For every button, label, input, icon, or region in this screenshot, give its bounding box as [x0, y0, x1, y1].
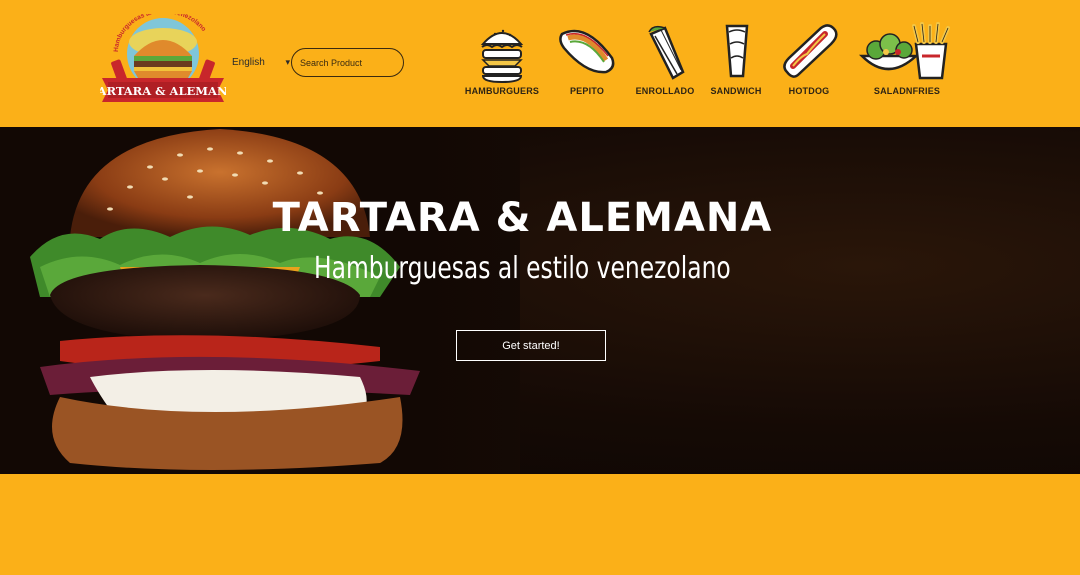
- category-pepito[interactable]: PEPITO: [556, 22, 618, 102]
- hero-subtitle: Hamburguesas al estilo venezolano: [314, 251, 731, 286]
- content-section: [0, 474, 1080, 575]
- category-label: HAMBURGUERS: [464, 86, 540, 96]
- hero-burger-image: [0, 127, 520, 474]
- category-sandwich[interactable]: SANDWICH: [710, 22, 762, 102]
- sandwich-icon: [725, 24, 749, 78]
- category-label: SANDWICH: [710, 86, 762, 96]
- hotdog-icon: [783, 24, 838, 78]
- language-selected: English: [232, 56, 265, 68]
- category-saladnfries[interactable]: SALADNFRIES: [858, 22, 956, 102]
- category-label: ENROLLADO: [635, 86, 695, 96]
- brand-logo[interactable]: Hamburguesas al Estilo Venezolano TARTAR…: [90, 8, 237, 106]
- hamburger-icon: [480, 29, 524, 84]
- category-label: PEPITO: [569, 86, 605, 96]
- language-select[interactable]: English ▾: [232, 53, 290, 71]
- category-label: SALADNFRIES: [873, 86, 941, 96]
- logo-text: TARTARA & ALEMANA: [100, 84, 226, 98]
- search-input[interactable]: [291, 48, 404, 77]
- site-header: Hamburguesas al Estilo Venezolano TARTAR…: [0, 0, 1080, 127]
- hero-banner: TARTARA & ALEMANA Hamburguesas al estilo…: [0, 127, 1080, 474]
- pepito-icon: [559, 29, 615, 74]
- category-hamburgers[interactable]: HAMBURGUERS: [464, 22, 540, 102]
- category-enrollado[interactable]: ENROLLADO: [635, 22, 695, 102]
- hero-title: TARTARA & ALEMANA: [272, 195, 773, 241]
- wrap-icon: [648, 25, 685, 80]
- get-started-button[interactable]: Get started!: [456, 330, 606, 361]
- category-label: HOTDOG: [788, 86, 830, 96]
- chevron-down-icon: ▾: [285, 56, 290, 67]
- category-hotdog[interactable]: HOTDOG: [778, 22, 840, 102]
- salad-fries-icon: [858, 22, 950, 80]
